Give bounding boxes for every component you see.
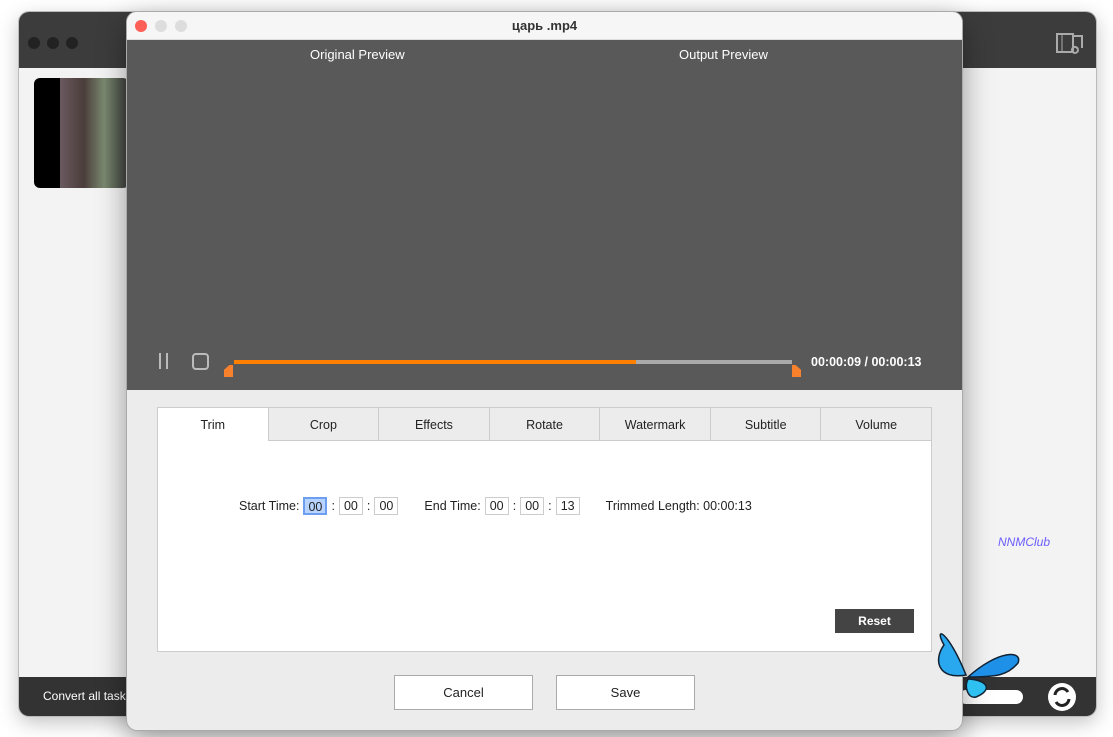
- close-button[interactable]: [135, 20, 147, 32]
- video-thumbnail[interactable]: [34, 78, 129, 188]
- end-minutes-input[interactable]: 00: [520, 497, 545, 515]
- output-preview-label: Output Preview: [679, 47, 768, 62]
- watermark-text: NNMClub: [998, 535, 1051, 549]
- film-music-icon[interactable]: [1056, 32, 1084, 54]
- trim-controls: Start Time: 00: 00: 00 End Time: 00: 00:…: [239, 497, 752, 515]
- start-hours-input[interactable]: 00: [303, 497, 328, 515]
- colon: :: [512, 499, 517, 513]
- trim-start-handle[interactable]: [224, 365, 233, 377]
- edit-tabs-panel: Trim Crop Effects Rotate Watermark Subtitle Vo…: [157, 407, 932, 652]
- dialog-titlebar: царь .mp4: [127, 12, 962, 40]
- colon: :: [548, 499, 552, 513]
- time-display: 00:00:09 / 00:00:13: [811, 355, 922, 369]
- colon: :: [331, 499, 335, 513]
- minimize-button[interactable]: [155, 20, 167, 32]
- edit-dialog: царь .mp4 Original Preview Output Previe…: [127, 12, 962, 730]
- colon: :: [366, 499, 371, 513]
- tab-effects[interactable]: Effects: [378, 408, 489, 440]
- trimmed-length: Trimmed Length: 00:00:13: [605, 499, 752, 513]
- end-time-label: End Time:: [424, 499, 481, 513]
- convert-refresh-icon[interactable]: [1047, 682, 1077, 712]
- zoom-dot[interactable]: [66, 37, 78, 49]
- minimize-dot[interactable]: [47, 37, 59, 49]
- tab-bar: Trim Crop Effects Rotate Watermark Subtitle Vo…: [158, 408, 931, 441]
- start-minutes-input[interactable]: 00: [338, 497, 363, 515]
- tab-subtitle[interactable]: Subtitle: [709, 408, 821, 440]
- seek-progress: [234, 360, 636, 364]
- stop-icon[interactable]: [192, 353, 210, 370]
- convert-all-label: Convert all tasks: [43, 689, 132, 703]
- start-seconds-input[interactable]: 00: [374, 497, 399, 515]
- dialog-title: царь .mp4: [511, 18, 578, 33]
- tab-volume[interactable]: Volume: [820, 408, 931, 440]
- tab-watermark[interactable]: Watermark: [599, 408, 710, 440]
- tab-crop[interactable]: Crop: [267, 408, 379, 440]
- start-time-label: Start Time:: [239, 499, 300, 513]
- close-dot[interactable]: [28, 37, 40, 49]
- save-button[interactable]: Save: [556, 675, 695, 710]
- tab-trim[interactable]: Trim: [158, 408, 268, 441]
- pause-icon[interactable]: [157, 352, 171, 370]
- original-preview-label: Original Preview: [310, 47, 405, 62]
- cancel-button[interactable]: Cancel: [394, 675, 533, 710]
- end-hours-input[interactable]: 00: [484, 497, 509, 515]
- butterfly-logo: [937, 633, 1020, 698]
- end-seconds-input[interactable]: 13: [555, 497, 580, 515]
- video-preview: Original Preview Output Preview 00:00:09…: [127, 40, 962, 390]
- zoom-button[interactable]: [175, 20, 187, 32]
- tab-rotate[interactable]: Rotate: [488, 408, 600, 440]
- reset-button[interactable]: Reset: [835, 609, 914, 633]
- seek-bar[interactable]: [234, 360, 792, 364]
- trim-end-handle[interactable]: [792, 365, 801, 377]
